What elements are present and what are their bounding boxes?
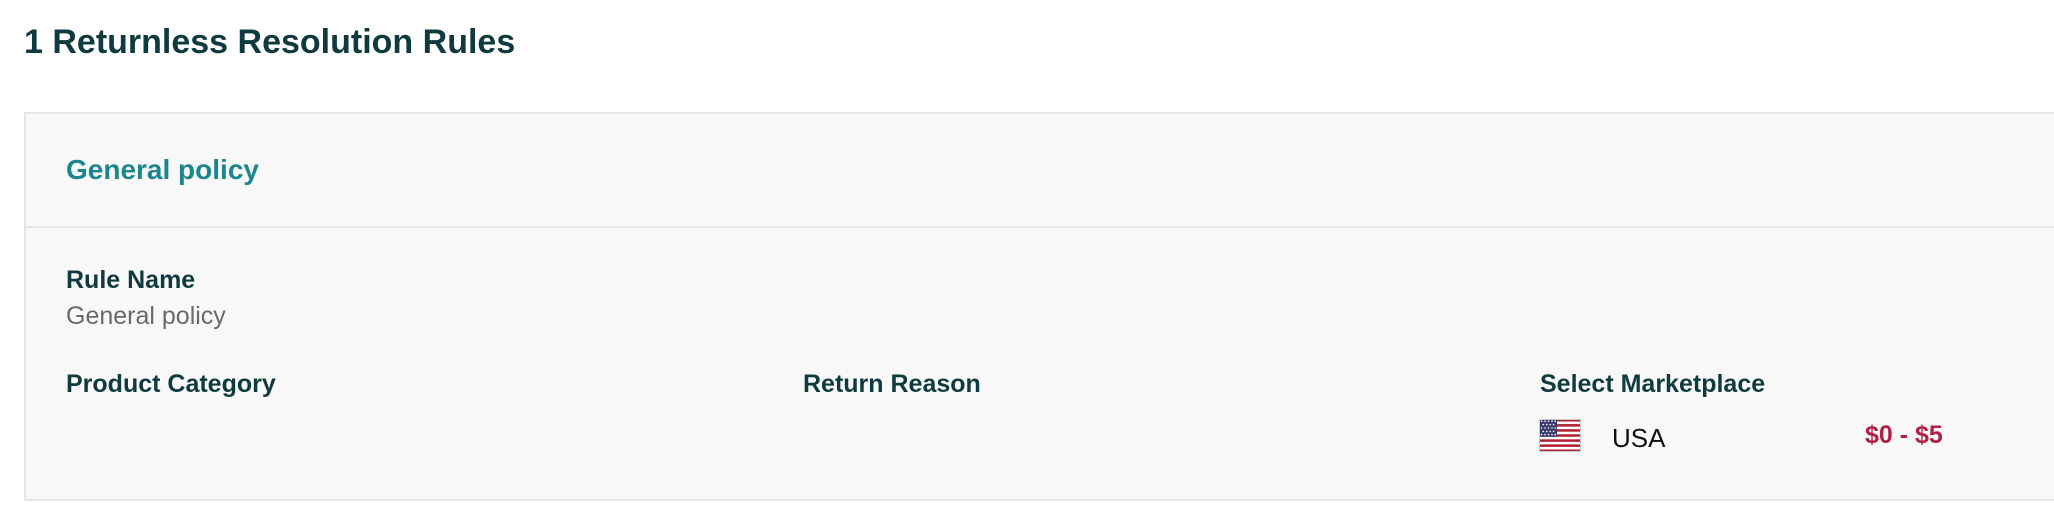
marketplace-price-range: $0 - $5 (1865, 421, 1943, 449)
page-title: 1 Returnless Resolution Rules (24, 23, 516, 61)
product-category-label: Product Category (66, 370, 276, 398)
rule-card: General policy Rule Name General policy … (24, 112, 2054, 501)
rule-name-label: Rule Name (66, 266, 196, 294)
marketplace-row: USA $0 - $5 (1539, 419, 2019, 455)
us-flag-icon (1539, 419, 1581, 452)
rule-card-header: General policy (26, 114, 2054, 228)
rule-name-value: General policy (66, 302, 226, 330)
rule-title-link[interactable]: General policy (66, 152, 259, 188)
marketplace-country: USA (1612, 423, 1666, 453)
select-marketplace-label: Select Marketplace (1540, 370, 1766, 398)
return-reason-label: Return Reason (803, 370, 981, 398)
